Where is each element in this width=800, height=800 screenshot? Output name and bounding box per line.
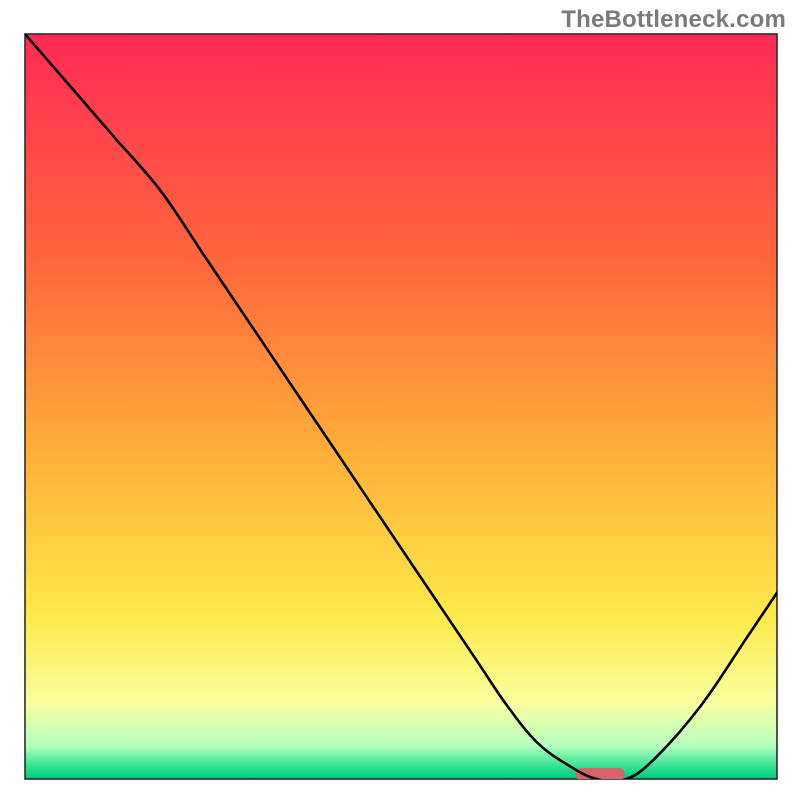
chart-stage: TheBottleneck.com <box>0 0 800 800</box>
plot-background <box>25 34 777 779</box>
watermark-text: TheBottleneck.com <box>561 6 786 34</box>
bottleneck-chart <box>0 0 800 800</box>
